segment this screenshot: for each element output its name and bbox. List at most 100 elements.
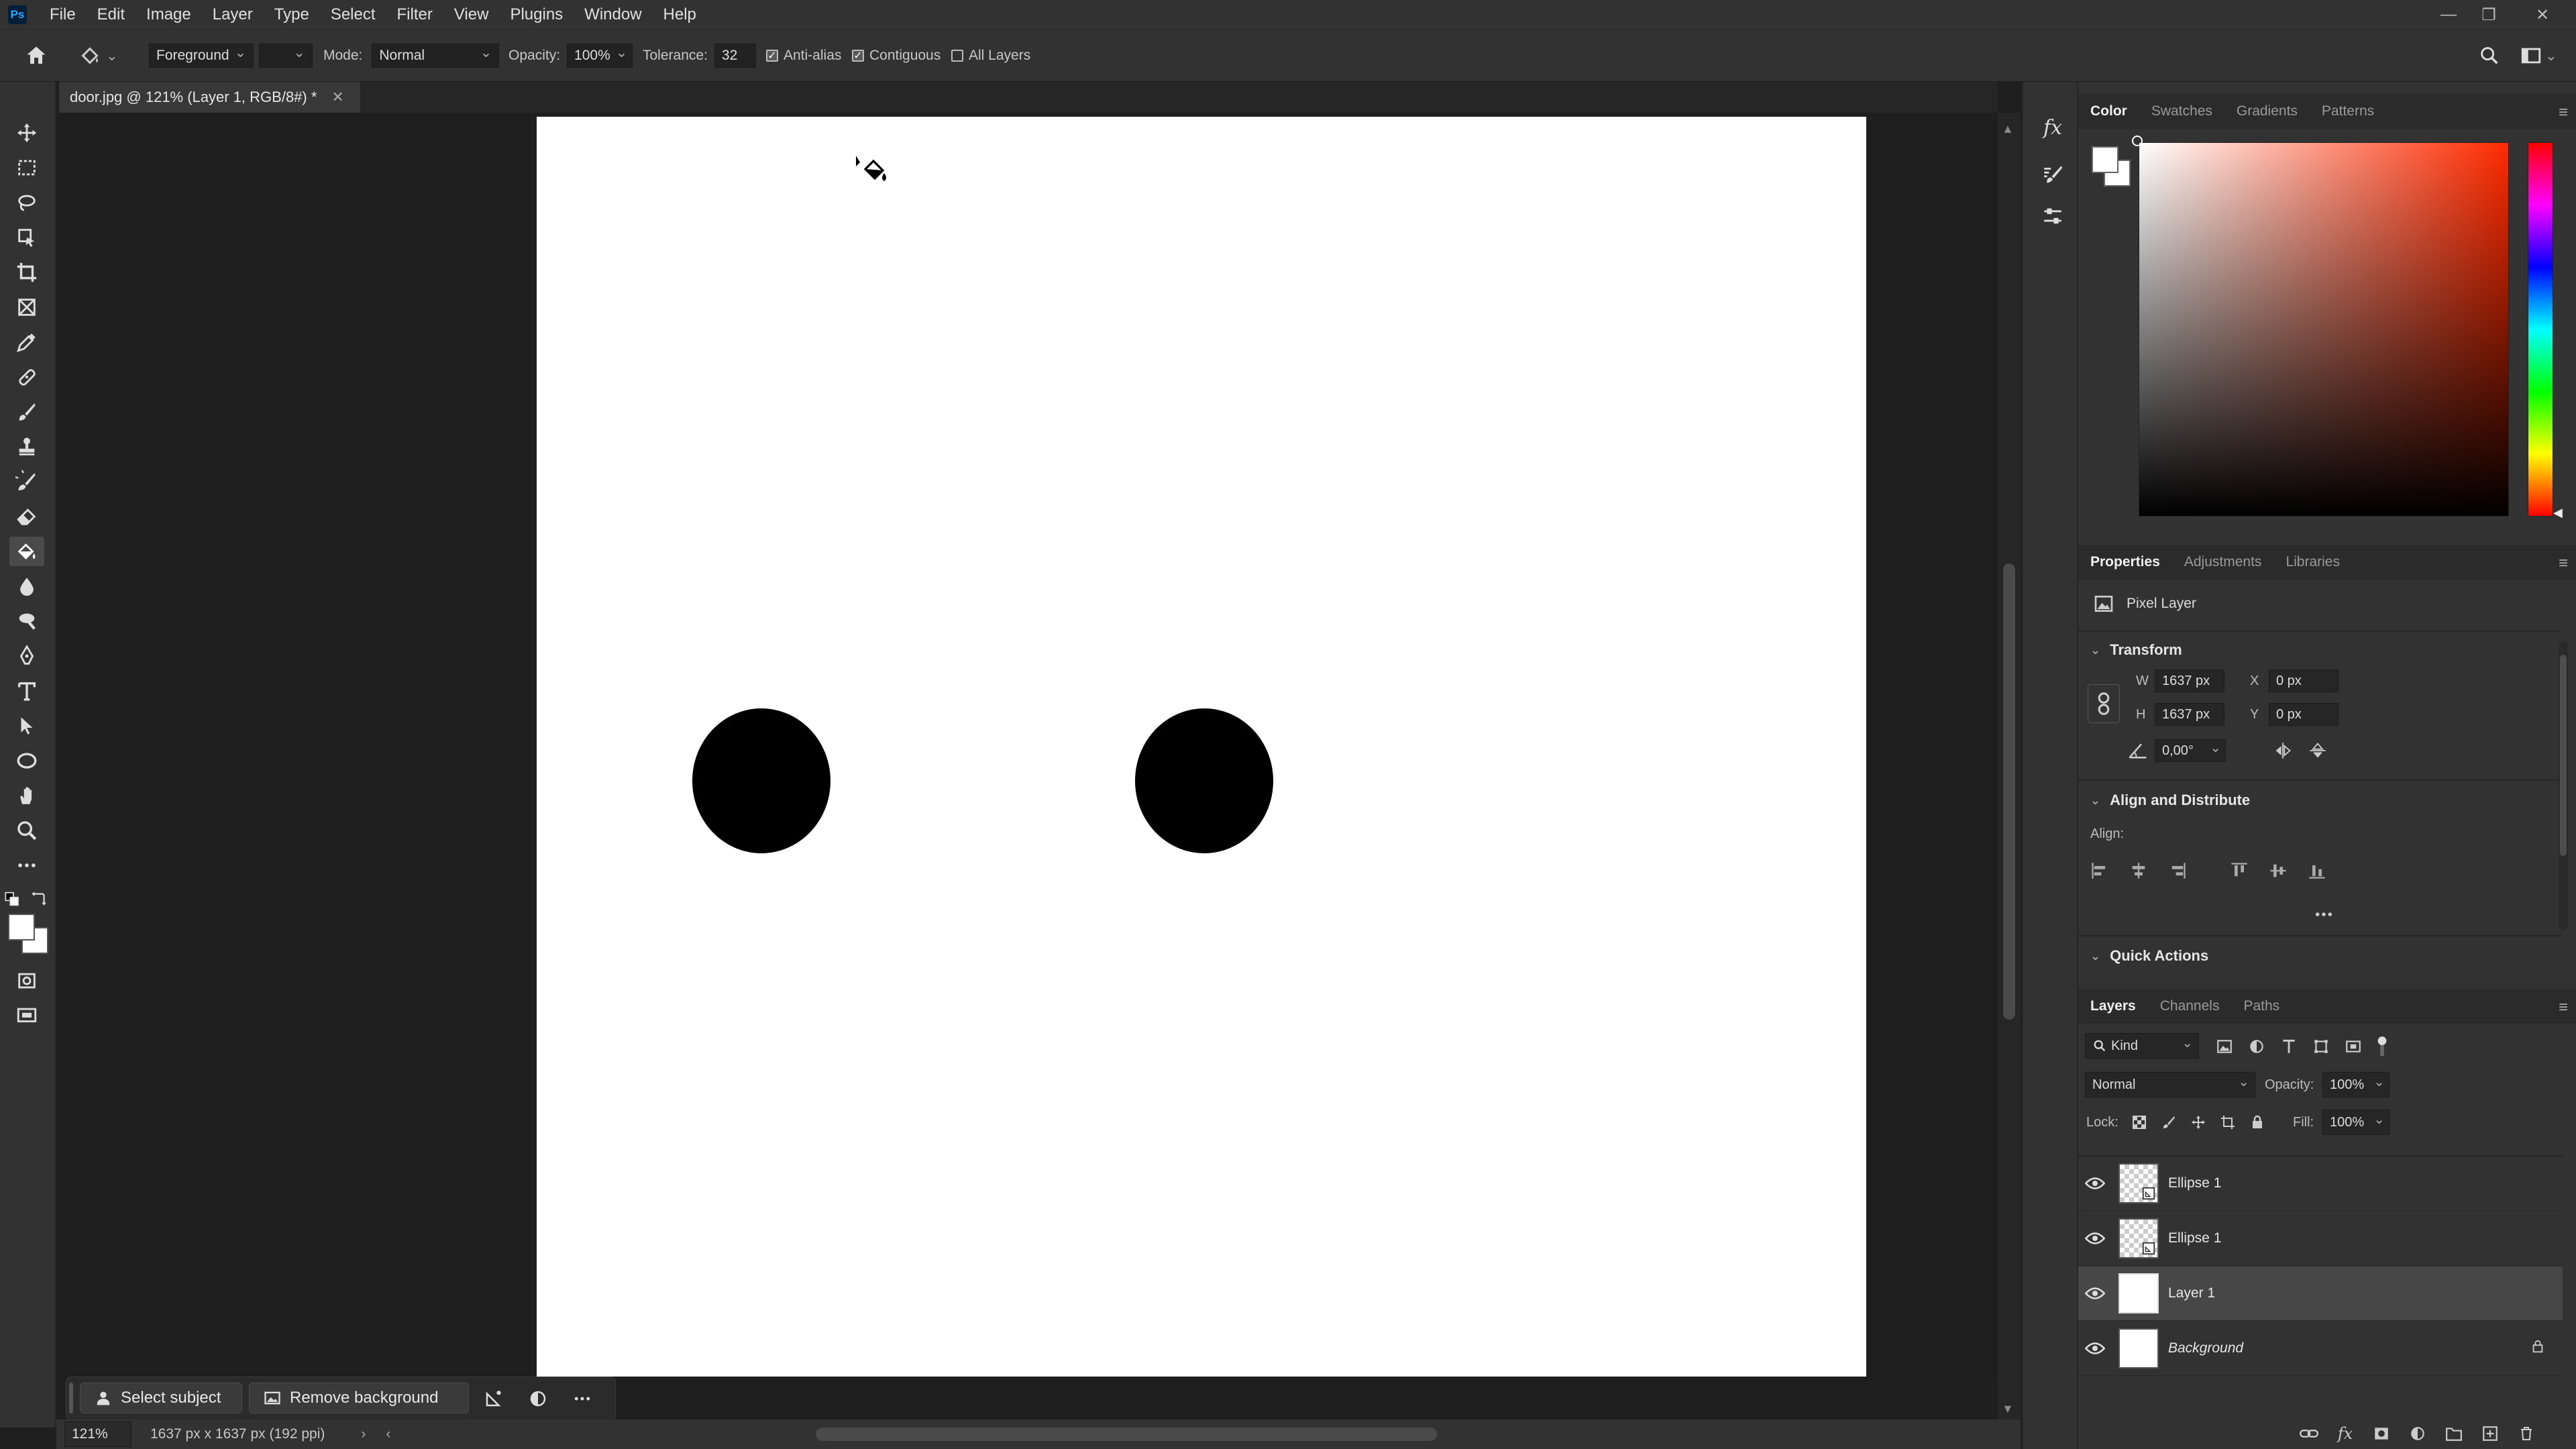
panel-menu-icon[interactable]: ≡	[2559, 554, 2568, 573]
new-adjustment-layer-icon[interactable]	[2404, 1422, 2431, 1445]
align-section-header[interactable]: ⌄ Align and Distribute	[2090, 792, 2250, 809]
filter-pixel-icon[interactable]	[2212, 1034, 2237, 1059]
default-colors-icon[interactable]	[4, 891, 23, 907]
move-tool-icon[interactable]	[9, 118, 44, 148]
hand-tool-icon[interactable]	[9, 781, 44, 810]
ellipse-shape-left[interactable]	[692, 708, 830, 853]
tab-libraries[interactable]: Libraries	[2273, 545, 2352, 580]
tool-preset-picker[interactable]: ⌄	[78, 42, 118, 69]
properties-scrollbar[interactable]	[2559, 641, 2568, 930]
fx-styles-icon[interactable]: fx	[2038, 113, 2068, 142]
dodge-tool-icon[interactable]	[9, 606, 44, 636]
link-layers-icon[interactable]	[2296, 1422, 2322, 1445]
search-icon[interactable]	[2478, 42, 2501, 69]
x-field[interactable]: 0 px	[2269, 669, 2339, 692]
visibility-eye-icon[interactable]	[2078, 1341, 2112, 1356]
hue-slider[interactable]	[2528, 142, 2553, 517]
menu-plugins[interactable]: Plugins	[499, 5, 574, 24]
ellipse-tool-icon[interactable]	[9, 746, 44, 775]
height-field[interactable]: 1637 px	[2155, 703, 2224, 726]
lock-transparent-icon[interactable]	[2128, 1111, 2151, 1134]
flip-vertical-icon[interactable]	[2306, 739, 2329, 762]
scroll-down-icon[interactable]: ▼	[2002, 1402, 2014, 1416]
more-tools-icon[interactable]	[9, 851, 44, 880]
horizontal-scroll-thumb[interactable]	[816, 1428, 1437, 1441]
layer-row[interactable]: Ellipse 1	[2078, 1212, 2563, 1266]
close-icon[interactable]: ✕	[331, 89, 343, 106]
eyedropper-tool-icon[interactable]	[9, 327, 44, 357]
flip-horizontal-icon[interactable]	[2271, 739, 2294, 762]
pen-tool-icon[interactable]	[9, 641, 44, 671]
minimize-icon[interactable]: —	[2428, 0, 2469, 30]
opacity-field[interactable]: 100%	[567, 44, 633, 68]
new-group-icon[interactable]	[2440, 1422, 2467, 1445]
tolerance-field[interactable]: 32	[714, 44, 756, 68]
clone-stamp-tool-icon[interactable]	[9, 432, 44, 462]
swap-colors-icon[interactable]	[30, 890, 48, 907]
screen-mode-icon[interactable]	[9, 1001, 44, 1030]
menu-image[interactable]: Image	[136, 5, 202, 24]
color-panel-swatches[interactable]	[2090, 144, 2131, 188]
visibility-eye-icon[interactable]	[2078, 1231, 2112, 1246]
align-top-icon[interactable]	[2227, 859, 2251, 883]
tab-patterns[interactable]: Patterns	[2310, 94, 2386, 129]
transform-section-header[interactable]: ⌄ Transform	[2090, 641, 2182, 659]
quick-mask-icon[interactable]	[9, 966, 44, 996]
width-field[interactable]: 1637 px	[2155, 669, 2224, 692]
link-dimensions-icon[interactable]	[2088, 684, 2120, 723]
color-field[interactable]	[2139, 142, 2509, 517]
lasso-tool-icon[interactable]	[9, 188, 44, 217]
y-field[interactable]: 0 px	[2269, 703, 2339, 726]
filter-type-icon[interactable]	[2277, 1034, 2301, 1059]
blur-tool-icon[interactable]	[9, 572, 44, 601]
panel-menu-icon[interactable]: ≡	[2559, 998, 2568, 1017]
scroll-up-icon[interactable]: ▲	[2002, 122, 2014, 136]
delete-layer-icon[interactable]	[2513, 1422, 2540, 1445]
align-center-h-icon[interactable]	[2127, 859, 2151, 883]
lock-all-icon[interactable]	[2246, 1111, 2269, 1134]
lock-artboard-icon[interactable]	[2216, 1111, 2239, 1134]
menu-help[interactable]: Help	[653, 5, 707, 24]
layer-row[interactable]: Background	[2078, 1322, 2563, 1376]
foreground-color-swatch[interactable]	[8, 914, 35, 941]
healing-brush-tool-icon[interactable]	[9, 362, 44, 392]
object-selection-tool-icon[interactable]	[9, 223, 44, 252]
hue-slider-marker-icon[interactable]: ◀	[2553, 506, 2563, 520]
tab-gradients[interactable]: Gradients	[2224, 94, 2310, 129]
anti-alias-checkbox[interactable]: ✓ Anti-alias	[766, 42, 841, 69]
fill-field[interactable]: 100% ⌄	[2322, 1110, 2390, 1135]
menu-select[interactable]: Select	[320, 5, 386, 24]
select-subject-button[interactable]: Select subject	[80, 1383, 242, 1413]
layer-row[interactable]: Layer 1	[2078, 1267, 2563, 1321]
layer-filter-kind-dropdown[interactable]: Kind ⌄	[2085, 1033, 2199, 1059]
remove-background-button[interactable]: Remove background	[249, 1383, 469, 1413]
eraser-tool-icon[interactable]	[9, 502, 44, 531]
brush-settings-icon[interactable]	[2038, 160, 2068, 189]
type-tool-icon[interactable]	[9, 676, 44, 706]
new-layer-icon[interactable]	[2477, 1422, 2504, 1445]
filter-toggle-icon[interactable]	[2373, 1033, 2391, 1060]
path-selection-tool-icon[interactable]	[9, 711, 44, 741]
align-middle-v-icon[interactable]	[2266, 859, 2290, 883]
menu-edit[interactable]: Edit	[87, 5, 136, 24]
filter-adjustment-icon[interactable]	[2245, 1034, 2269, 1059]
align-left-icon[interactable]	[2088, 859, 2112, 883]
menu-layer[interactable]: Layer	[202, 5, 264, 24]
add-mask-icon[interactable]	[2368, 1422, 2395, 1445]
marquee-tool-icon[interactable]	[9, 153, 44, 182]
zoom-tool-icon[interactable]	[9, 816, 44, 845]
tab-paths[interactable]: Paths	[2231, 989, 2292, 1024]
more-options-icon[interactable]	[566, 1384, 599, 1413]
tab-color[interactable]: Color	[2078, 94, 2139, 129]
properties-scroll-thumb[interactable]	[2560, 655, 2567, 856]
panel-menu-icon[interactable]: ≡	[2559, 103, 2568, 122]
ellipse-shape-right[interactable]	[1135, 708, 1273, 853]
angle-field[interactable]: 0,00° ⌄	[2155, 739, 2226, 762]
document-tab[interactable]: door.jpg @ 121% (Layer 1, RGB/8#) * ✕	[59, 82, 360, 113]
visibility-eye-icon[interactable]	[2078, 1286, 2112, 1301]
tab-layers[interactable]: Layers	[2078, 989, 2148, 1024]
visibility-eye-icon[interactable]	[2078, 1176, 2112, 1191]
color-swatches[interactable]	[7, 912, 48, 954]
scroll-left-icon[interactable]: ‹	[386, 1426, 390, 1442]
tab-swatches[interactable]: Swatches	[2139, 94, 2224, 129]
